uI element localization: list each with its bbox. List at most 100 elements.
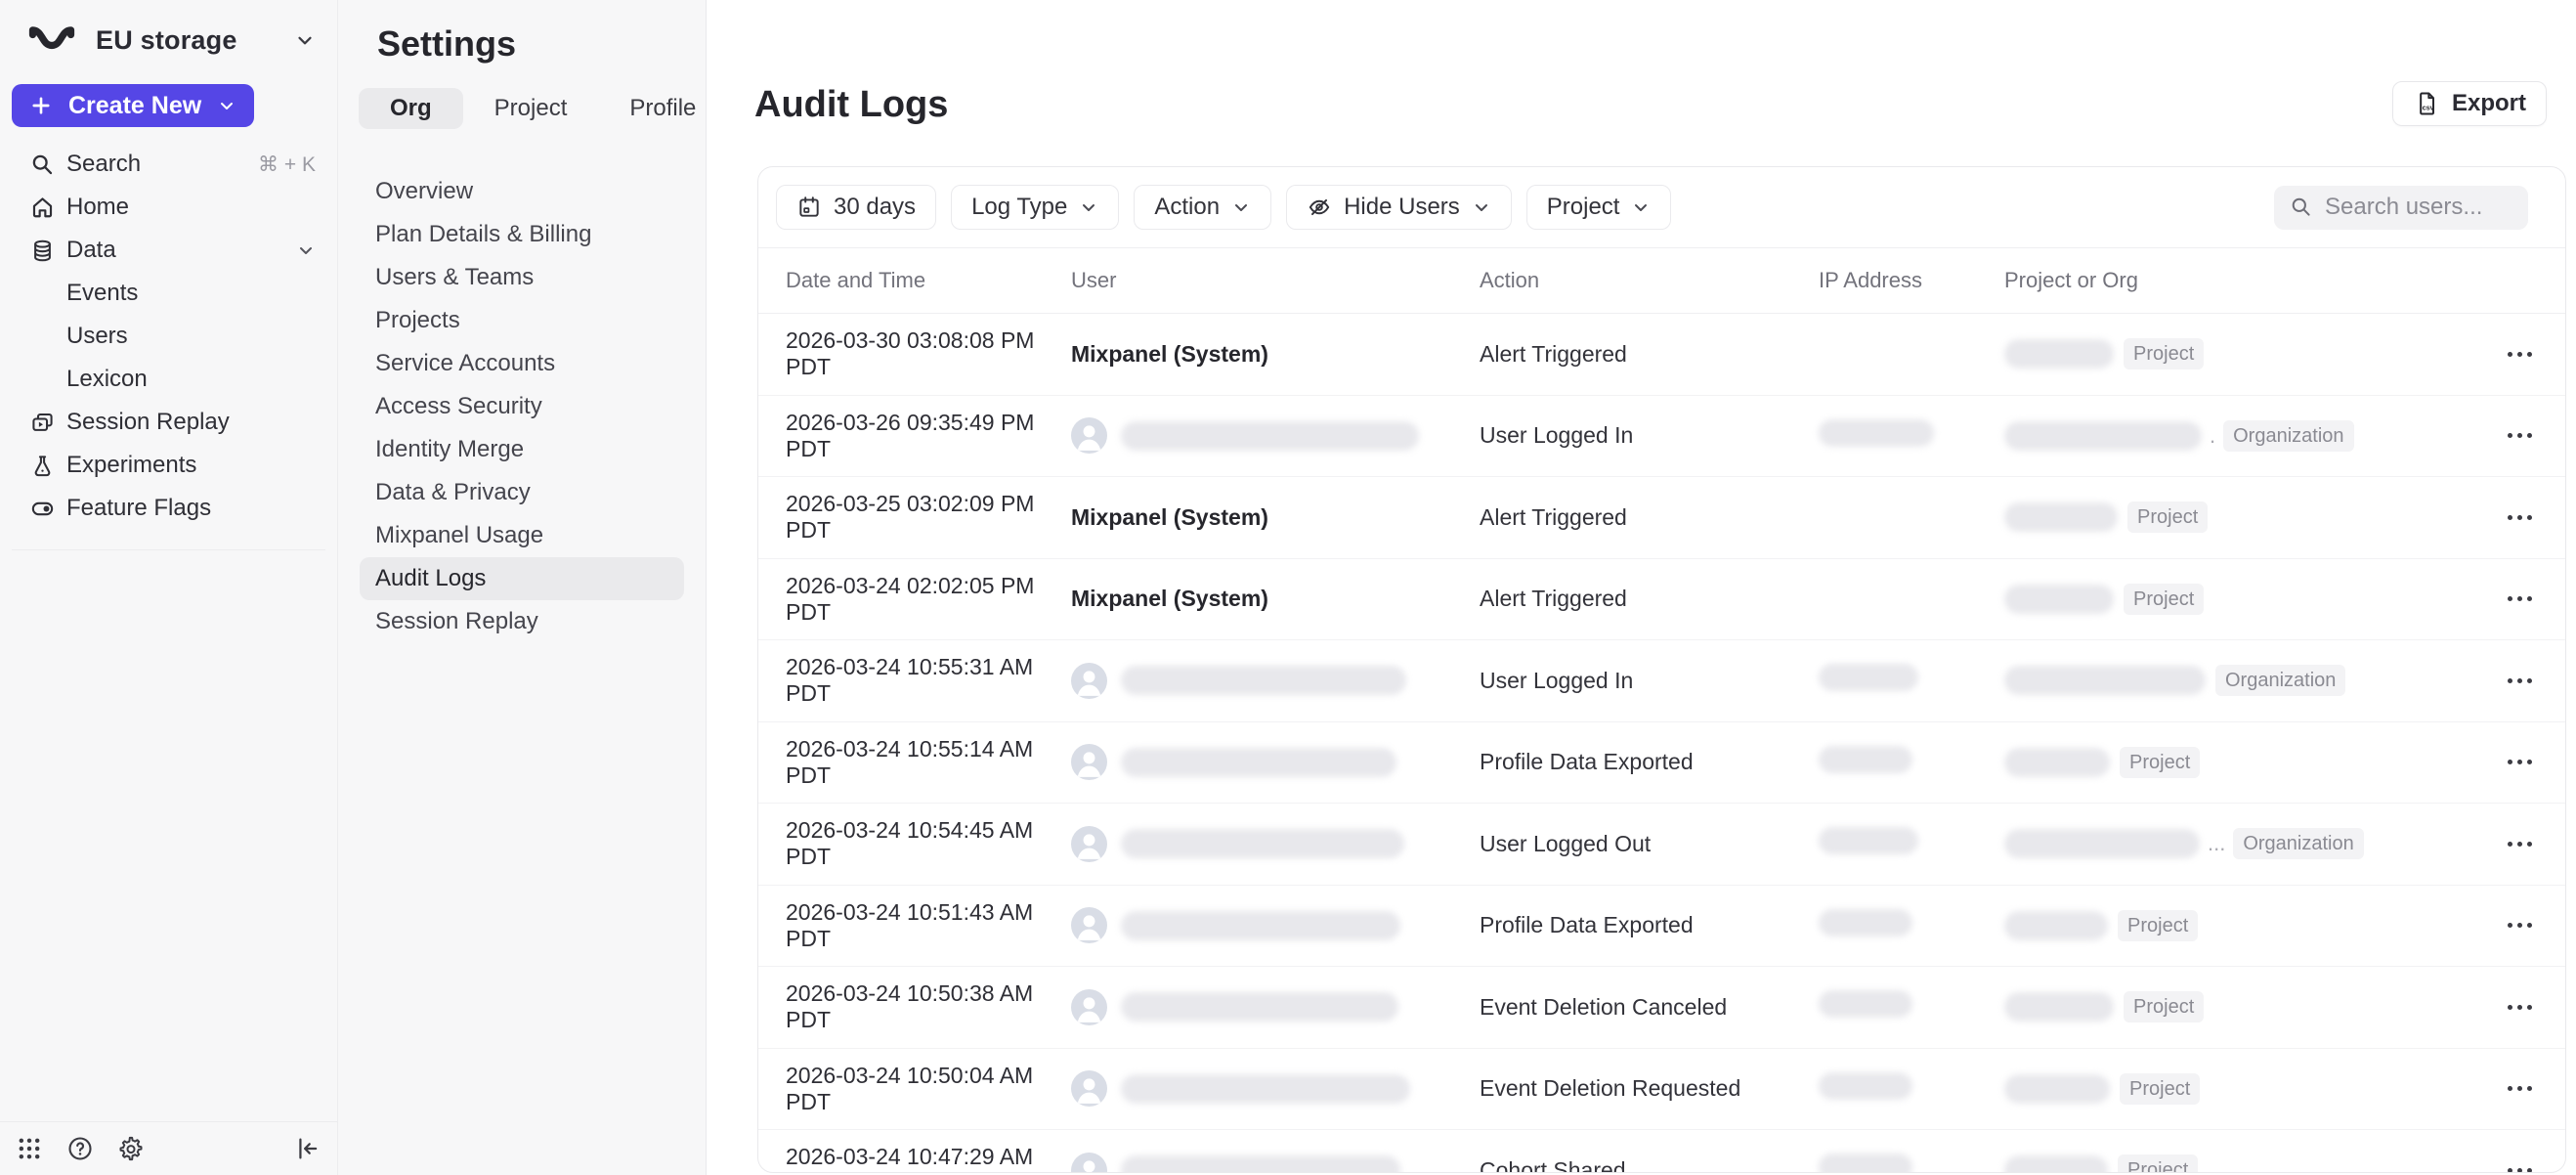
sidebar-item-events[interactable]: Events bbox=[0, 272, 337, 315]
sidebar-footer bbox=[0, 1121, 337, 1175]
row-actions-menu-button[interactable] bbox=[2502, 1076, 2538, 1101]
row-user: Mixpanel (System) bbox=[1071, 341, 1480, 368]
table-body: 2026-03-30 03:08:08 PM PDT Mixpanel (Sys… bbox=[758, 314, 2565, 1173]
sidebar-item-data[interactable]: Data bbox=[0, 229, 337, 272]
tab-project[interactable]: Project bbox=[463, 88, 599, 129]
settings-nav-plan-details[interactable]: Plan Details & Billing bbox=[360, 213, 684, 256]
row-ip bbox=[1819, 990, 2004, 1023]
table-row[interactable]: 2026-03-24 10:54:45 AM PDT User Logged O… bbox=[758, 804, 2565, 886]
export-button[interactable]: csv Export bbox=[2392, 81, 2547, 126]
search-shortcut: ⌘ + K bbox=[258, 152, 316, 177]
avatar bbox=[1071, 907, 1107, 943]
chevron-down-icon bbox=[217, 96, 236, 115]
export-label: Export bbox=[2452, 90, 2526, 117]
row-actions-menu-button[interactable] bbox=[2502, 832, 2538, 856]
home-icon bbox=[29, 196, 56, 220]
table-row[interactable]: 2026-03-24 10:50:38 AM PDT Event Deletio… bbox=[758, 967, 2565, 1049]
collapse-sidebar-icon[interactable] bbox=[294, 1135, 322, 1162]
settings-nav-overview[interactable]: Overview bbox=[360, 170, 684, 213]
table-row[interactable]: 2026-03-24 10:55:14 AM PDT Profile Data … bbox=[758, 722, 2565, 805]
table-row[interactable]: 2026-03-30 03:08:08 PM PDT Mixpanel (Sys… bbox=[758, 314, 2565, 396]
row-actions-menu-button[interactable] bbox=[2502, 423, 2538, 448]
table-row[interactable]: 2026-03-24 10:47:29 AM PDT Cohort Shared… bbox=[758, 1130, 2565, 1173]
redacted-project-name bbox=[2004, 585, 2114, 614]
table-row[interactable]: 2026-03-24 10:50:04 AM PDT Event Deletio… bbox=[758, 1049, 2565, 1131]
flask-icon bbox=[29, 454, 56, 478]
help-icon[interactable] bbox=[66, 1135, 94, 1162]
row-actions-menu-button[interactable] bbox=[2502, 587, 2538, 611]
create-new-button[interactable]: Create New bbox=[12, 84, 254, 127]
row-actions-menu-button[interactable] bbox=[2502, 342, 2538, 367]
row-actions-menu-button[interactable] bbox=[2502, 505, 2538, 530]
apps-grid-icon[interactable] bbox=[16, 1135, 43, 1162]
redacted-project-name bbox=[2004, 339, 2114, 369]
row-actions-menu-button[interactable] bbox=[2502, 913, 2538, 937]
workspace-switcher[interactable]: EU storage bbox=[27, 20, 316, 61]
settings-nav-projects[interactable]: Projects bbox=[360, 299, 684, 342]
row-action: User Logged In bbox=[1480, 668, 1819, 694]
row-user-name: Mixpanel (System) bbox=[1071, 504, 1268, 531]
settings-nav-identity-merge[interactable]: Identity Merge bbox=[360, 428, 684, 471]
hide-users-filter[interactable]: Hide Users bbox=[1286, 185, 1512, 230]
search-users-input[interactable]: Search users... bbox=[2274, 186, 2528, 230]
settings-nav-users-teams[interactable]: Users & Teams bbox=[360, 256, 684, 299]
session-replay-icon bbox=[29, 411, 56, 435]
row-ip bbox=[1819, 419, 2004, 453]
sidebar-item-label: Users bbox=[66, 323, 128, 350]
row-actions-menu-button[interactable] bbox=[2502, 995, 2538, 1020]
settings-nav-data-privacy[interactable]: Data & Privacy bbox=[360, 471, 684, 514]
redacted-user-email bbox=[1121, 1155, 1400, 1173]
csv-file-icon: csv bbox=[2413, 90, 2440, 117]
row-datetime: 2026-03-24 10:54:45 AM PDT bbox=[786, 817, 1071, 870]
sidebar-item-feature-flags[interactable]: Feature Flags bbox=[0, 487, 337, 530]
table-row[interactable]: 2026-03-24 10:55:31 AM PDT User Logged I… bbox=[758, 640, 2565, 722]
row-ip bbox=[1819, 1072, 2004, 1106]
settings-nav-service-accounts[interactable]: Service Accounts bbox=[360, 342, 684, 385]
row-user bbox=[1071, 1070, 1480, 1107]
table-row[interactable]: 2026-03-25 03:02:09 PM PDT Mixpanel (Sys… bbox=[758, 477, 2565, 559]
tab-org[interactable]: Org bbox=[359, 88, 463, 129]
sidebar-item-home[interactable]: Home bbox=[0, 186, 337, 229]
date-range-filter[interactable]: 30 days bbox=[776, 185, 936, 230]
row-user: Mixpanel (System) bbox=[1071, 504, 1480, 531]
settings-nav-access-security[interactable]: Access Security bbox=[360, 385, 684, 428]
row-action: Cohort Shared bbox=[1480, 1157, 1819, 1173]
table-row[interactable]: 2026-03-26 09:35:49 PM PDT User Logged I… bbox=[758, 396, 2565, 478]
row-actions-menu-button[interactable] bbox=[2502, 1158, 2538, 1173]
row-action: User Logged In bbox=[1480, 422, 1819, 449]
sidebar-item-search[interactable]: Search ⌘ + K bbox=[0, 143, 337, 186]
row-datetime: 2026-03-24 02:02:05 PM PDT bbox=[786, 573, 1071, 626]
row-project-or-org: Project bbox=[2004, 338, 2460, 370]
database-icon bbox=[29, 239, 56, 263]
row-datetime: 2026-03-26 09:35:49 PM PDT bbox=[786, 410, 1071, 462]
sidebar-nav: Search ⌘ + K Home Data Events bbox=[0, 143, 337, 550]
gear-icon[interactable] bbox=[117, 1135, 145, 1162]
search-users-placeholder: Search users... bbox=[2325, 194, 2482, 221]
row-actions-menu-button[interactable] bbox=[2502, 669, 2538, 693]
redacted-ip-address bbox=[1819, 990, 1912, 1018]
redacted-ip-address bbox=[1819, 909, 1912, 936]
log-type-filter[interactable]: Log Type bbox=[951, 185, 1119, 230]
sidebar-item-session-replay[interactable]: Session Replay bbox=[0, 401, 337, 444]
project-filter[interactable]: Project bbox=[1526, 185, 1672, 230]
row-project-or-org: ... Organization bbox=[2004, 828, 2460, 859]
action-filter[interactable]: Action bbox=[1134, 185, 1271, 230]
sidebar-item-lexicon[interactable]: Lexicon bbox=[0, 358, 337, 401]
settings-nav-mixpanel-usage[interactable]: Mixpanel Usage bbox=[360, 514, 684, 557]
settings-nav-session-replay[interactable]: Session Replay bbox=[360, 600, 684, 643]
settings-nav-audit-logs[interactable]: Audit Logs bbox=[360, 557, 684, 600]
redacted-ip-address bbox=[1819, 1072, 1912, 1100]
row-user-name: Mixpanel (System) bbox=[1071, 586, 1268, 612]
row-project-or-org: Project bbox=[2004, 910, 2460, 941]
sidebar-item-users[interactable]: Users bbox=[0, 315, 337, 358]
row-user bbox=[1071, 826, 1480, 862]
sidebar-item-experiments[interactable]: Experiments bbox=[0, 444, 337, 487]
table-row[interactable]: 2026-03-24 02:02:05 PM PDT Mixpanel (Sys… bbox=[758, 559, 2565, 641]
row-user bbox=[1071, 1153, 1480, 1173]
row-ip bbox=[1819, 827, 2004, 860]
row-actions-menu-button[interactable] bbox=[2502, 750, 2538, 774]
col-ip-address: IP Address bbox=[1819, 268, 2004, 293]
table-row[interactable]: 2026-03-24 10:51:43 AM PDT Profile Data … bbox=[758, 886, 2565, 968]
scope-badge: Project bbox=[2124, 584, 2204, 615]
row-project-or-org: Project bbox=[2004, 501, 2460, 533]
